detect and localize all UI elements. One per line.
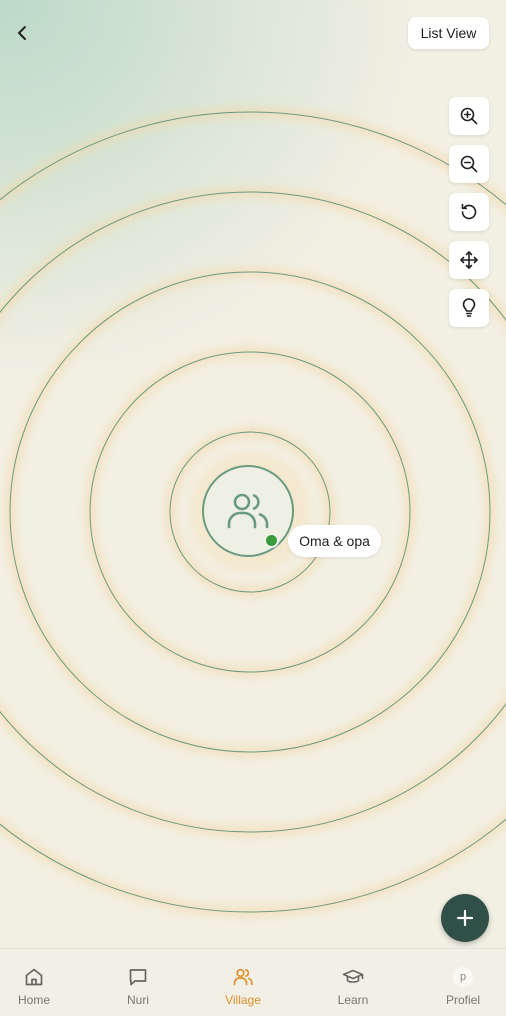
chevron-left-icon bbox=[18, 26, 26, 40]
add-button[interactable] bbox=[441, 894, 489, 942]
tips-button[interactable] bbox=[449, 289, 489, 327]
zoom-in-button[interactable] bbox=[449, 97, 489, 135]
home-icon bbox=[25, 968, 43, 986]
nav-label-village: Village bbox=[225, 993, 261, 1007]
lightbulb-icon bbox=[462, 298, 476, 317]
zoom-in-icon bbox=[460, 107, 478, 125]
graduation-cap-icon bbox=[342, 969, 364, 983]
avatar: p bbox=[453, 967, 473, 987]
member-label-oma-opa[interactable]: Oma & opa bbox=[288, 525, 381, 557]
users-icon bbox=[233, 968, 253, 986]
nav-item-home[interactable]: Home bbox=[0, 949, 79, 1016]
users-icon bbox=[227, 493, 269, 529]
zoom-out-button[interactable] bbox=[449, 145, 489, 183]
village-center-node[interactable] bbox=[202, 465, 294, 557]
move-button[interactable] bbox=[449, 241, 489, 279]
bottom-nav: Home Nuri Village Learn p Profiel bbox=[0, 948, 506, 1015]
list-view-button[interactable]: List View bbox=[408, 17, 489, 49]
zoom-out-icon bbox=[460, 155, 478, 173]
back-button[interactable] bbox=[8, 18, 38, 48]
village-map-canvas[interactable]: Oma & opa List View bbox=[0, 0, 506, 948]
status-dot bbox=[264, 533, 279, 548]
plus-icon bbox=[456, 909, 474, 927]
nav-item-village[interactable]: Village bbox=[198, 949, 288, 1016]
nav-label-profiel: Profiel bbox=[445, 993, 480, 1007]
nav-item-profiel[interactable]: p Profiel bbox=[418, 949, 506, 1016]
chat-icon bbox=[129, 969, 147, 986]
nav-label-home: Home bbox=[17, 993, 50, 1007]
reset-view-button[interactable] bbox=[449, 193, 489, 231]
nav-label-learn: Learn bbox=[337, 993, 369, 1007]
rotate-ccw-icon bbox=[461, 203, 477, 220]
nav-label-nuri: Nuri bbox=[126, 993, 149, 1007]
move-icon bbox=[460, 251, 478, 269]
nav-item-nuri[interactable]: Nuri bbox=[93, 949, 183, 1016]
nav-item-learn[interactable]: Learn bbox=[308, 949, 398, 1016]
